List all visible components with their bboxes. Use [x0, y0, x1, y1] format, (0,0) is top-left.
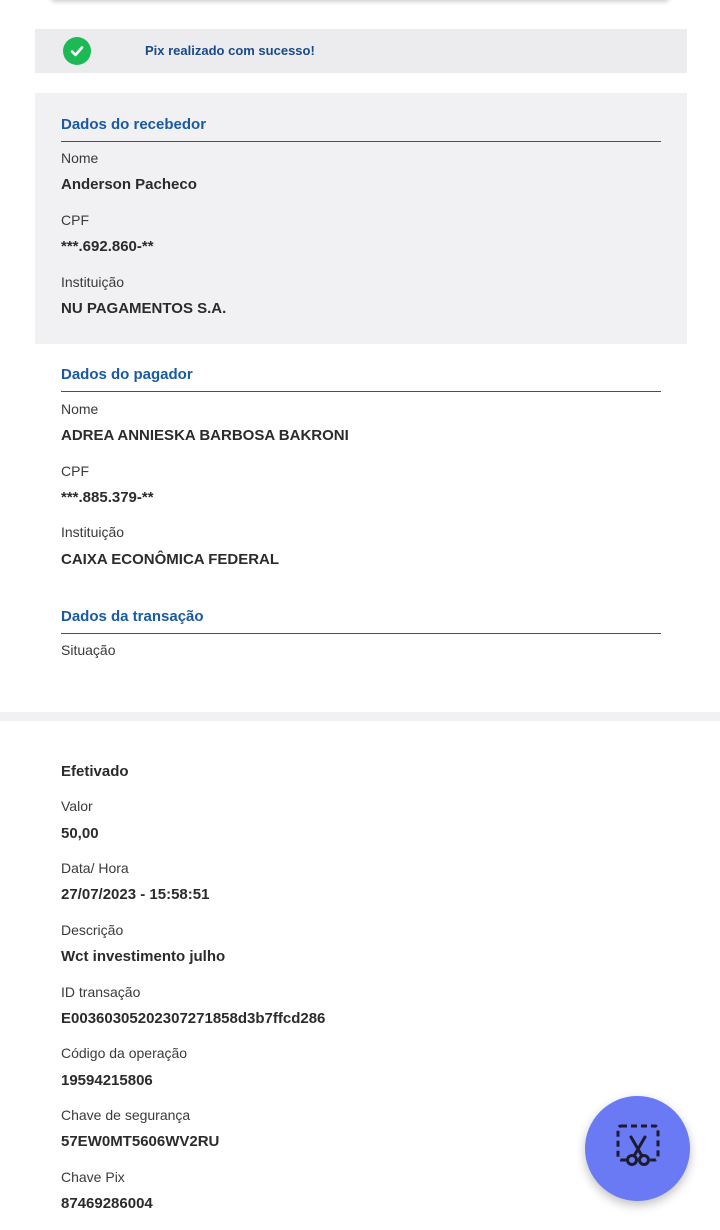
receiver-cpf-label: CPF	[61, 212, 89, 228]
payer-cpf-label: CPF	[61, 463, 89, 479]
transaction-amount-value: 50,00	[61, 825, 99, 842]
operation-code-label: Código da operação	[61, 1045, 188, 1061]
security-key-label: Chave de segurança	[61, 1107, 191, 1123]
receiver-institution-label: Instituição	[61, 274, 125, 290]
payer-name-label: Nome	[61, 401, 99, 417]
transaction-description-label: Descrição	[61, 922, 124, 938]
transaction-description-value: Wct investimento julho	[61, 948, 226, 965]
transaction-id-label: ID transação	[61, 984, 141, 1000]
payer-institution-value: CAIXA ECONÔMICA FEDERAL	[61, 551, 280, 568]
payer-section-title: Dados do pagador	[61, 366, 193, 383]
success-message: Pix realizado com sucesso!	[145, 43, 315, 58]
receiver-cpf-value: ***.692.860-**	[61, 238, 154, 255]
transaction-section-title: Dados da transação	[61, 608, 204, 625]
security-key-value: 57EW0MT5606WV2RU	[61, 1133, 220, 1150]
transaction-status-label: Situação	[61, 642, 116, 658]
page-break-divider	[0, 712, 720, 721]
transaction-amount-label: Valor	[61, 798, 93, 814]
payer-cpf-value: ***.885.379-**	[61, 489, 154, 506]
transaction-id-value: E00360305202307271858d3b7ffcd286	[61, 1010, 326, 1027]
screenshot-cut-button[interactable]	[585, 1096, 690, 1201]
transaction-datetime-label: Data/ Hora	[61, 860, 129, 876]
pix-key-value: 87469286004	[61, 1195, 153, 1212]
success-banner: Pix realizado com sucesso!	[35, 29, 687, 73]
receiver-section-rule	[61, 141, 661, 142]
pix-key-label: Chave Pix	[61, 1169, 125, 1185]
operation-code-value: 19594215806	[61, 1072, 153, 1089]
screenshot-cut-icon	[613, 1121, 663, 1176]
payer-name-value: ADREA ANNIESKA BARBOSA BAKRONI	[61, 427, 349, 444]
transaction-status-value: Efetivado	[61, 763, 129, 780]
payer-section-rule	[61, 391, 661, 392]
check-circle-icon	[63, 37, 91, 65]
transaction-datetime-value: 27/07/2023 - 15:58:51	[61, 886, 210, 903]
receiver-institution-value: NU PAGAMENTOS S.A.	[61, 300, 227, 317]
payer-institution-label: Instituição	[61, 524, 125, 540]
transaction-section-rule	[61, 633, 661, 634]
receiver-section-title: Dados do recebedor	[61, 116, 207, 133]
pix-receipt-page: Pix realizado com sucesso! Dados do rece…	[0, 0, 720, 1230]
receiver-name-label: Nome	[61, 150, 99, 166]
receiver-name-value: Anderson Pacheco	[61, 176, 197, 193]
